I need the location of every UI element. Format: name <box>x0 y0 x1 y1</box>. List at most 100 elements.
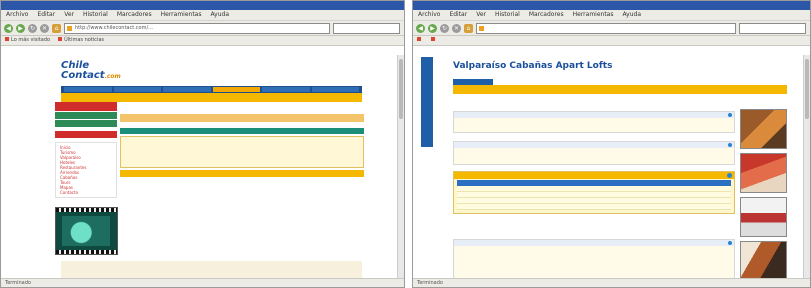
stop-icon[interactable]: ✕ <box>40 23 49 33</box>
address-bar[interactable]: http://www.chilecontact.com/... <box>64 22 330 34</box>
table-cell <box>621 204 676 209</box>
room-photo[interactable] <box>740 241 787 281</box>
page-content: Chile Contact.com Inicio Turismo Valpara… <box>1 55 398 283</box>
vertical-side-banner[interactable] <box>421 57 433 147</box>
vertical-scrollbar[interactable] <box>397 55 404 279</box>
room-photo[interactable] <box>740 153 787 193</box>
logo-sub: Contact <box>61 70 105 81</box>
table-cell <box>567 204 622 209</box>
menu-herramientas[interactable]: Herramientas <box>573 10 614 20</box>
film-strip-bottom <box>56 250 117 254</box>
browser-window-left: Archivo Editar Ver Historial Marcadores … <box>0 0 405 288</box>
section-heading <box>454 240 734 246</box>
reload-icon[interactable]: ↻ <box>440 23 449 33</box>
info-icon[interactable] <box>728 241 732 245</box>
site-logo[interactable]: Chile Contact.com <box>61 61 121 82</box>
favicon-icon <box>67 25 72 31</box>
menu-marcadores[interactable]: Marcadores <box>117 10 152 20</box>
home-icon[interactable]: ⌂ <box>464 23 473 33</box>
film-strip-top <box>56 208 117 212</box>
address-bar[interactable] <box>476 22 736 34</box>
forward-icon[interactable]: ▶ <box>428 23 437 33</box>
scrollbar-thumb[interactable] <box>399 59 403 119</box>
search-input[interactable] <box>739 22 806 34</box>
stop-icon[interactable]: ✕ <box>452 23 461 33</box>
nav-item[interactable] <box>64 87 112 92</box>
address-bar-text: http://www.chilecontact.com/... <box>75 24 153 31</box>
reload-icon[interactable]: ↻ <box>28 23 37 33</box>
nav-item[interactable] <box>113 87 161 92</box>
bookmark-item[interactable] <box>431 36 437 45</box>
thumbnail-scene <box>62 216 110 246</box>
section-text <box>454 148 734 150</box>
table-cell <box>567 186 622 191</box>
nav-item[interactable] <box>311 87 359 92</box>
table-cell <box>457 198 567 203</box>
table-cell <box>567 192 622 197</box>
menu-marcadores[interactable]: Marcadores <box>529 10 564 20</box>
sidebar-green-item[interactable] <box>55 112 117 119</box>
table-cell <box>457 204 567 209</box>
left-sidebar: Inicio Turismo Valparaíso Hoteles Restau… <box>55 102 117 198</box>
breadcrumb <box>120 114 364 122</box>
info-icon[interactable] <box>727 173 732 178</box>
info-icon[interactable] <box>728 143 732 147</box>
menu-ver[interactable]: Ver <box>64 10 74 20</box>
table-cell <box>621 192 676 197</box>
table-cell <box>676 192 731 197</box>
vertical-scrollbar[interactable] <box>803 55 810 279</box>
sidebar-link-list: Inicio Turismo Valparaíso Hoteles Restau… <box>55 142 117 198</box>
page-content: Valparaíso Cabañas Apart Lofts <box>413 55 804 281</box>
room-photo[interactable] <box>740 109 787 149</box>
menu-bar: Archivo Editar Ver Historial Marcadores … <box>1 10 404 21</box>
back-icon[interactable]: ◀ <box>416 23 425 33</box>
back-icon[interactable]: ◀ <box>4 23 13 33</box>
menu-editar[interactable]: Editar <box>37 10 55 20</box>
table-cell <box>457 192 567 197</box>
menu-archivo[interactable]: Archivo <box>418 10 440 20</box>
sidebar-green-item[interactable] <box>55 120 117 127</box>
navigation-toolbar: ◀ ▶ ↻ ✕ ⌂ <box>413 21 810 36</box>
bookmarks-bar <box>413 36 810 46</box>
bookmark-item[interactable]: Últimas noticias <box>58 36 104 45</box>
window-title-bar <box>1 1 404 10</box>
menu-ayuda[interactable]: Ayuda <box>622 10 641 20</box>
room-photo[interactable] <box>740 197 787 237</box>
nav-item-active[interactable] <box>212 87 260 92</box>
status-bar: Terminado <box>1 278 404 287</box>
bookmark-item[interactable] <box>417 36 423 45</box>
forward-icon[interactable]: ▶ <box>16 23 25 33</box>
search-input[interactable] <box>333 22 400 34</box>
home-icon[interactable]: ⌂ <box>52 23 61 33</box>
menu-ayuda[interactable]: Ayuda <box>210 10 229 20</box>
menu-archivo[interactable]: Archivo <box>6 10 28 20</box>
logo-tld: .com <box>104 73 121 80</box>
scrollbar-thumb[interactable] <box>805 59 809 119</box>
menu-historial[interactable]: Historial <box>495 10 520 20</box>
nav-item[interactable] <box>163 87 211 92</box>
nav-item[interactable] <box>262 87 310 92</box>
description-section <box>453 111 735 133</box>
table-cell <box>621 186 676 191</box>
sub-nav-strip <box>453 85 787 94</box>
favicon-icon <box>479 25 484 31</box>
sidebar-link[interactable]: Contacto <box>60 190 112 195</box>
menu-historial[interactable]: Historial <box>83 10 108 20</box>
info-icon[interactable] <box>728 113 732 117</box>
bookmark-item[interactable]: Lo más visitado <box>5 36 50 45</box>
menu-herramientas[interactable]: Herramientas <box>161 10 202 20</box>
menu-editar[interactable]: Editar <box>449 10 467 20</box>
browser-window-right: Archivo Editar Ver Historial Marcadores … <box>412 0 811 288</box>
section-text <box>454 118 734 120</box>
details-section <box>453 141 735 165</box>
table-cell <box>676 204 731 209</box>
rates-table <box>453 171 735 214</box>
listing-footer-bar <box>120 170 364 177</box>
table-row <box>457 204 731 210</box>
page-title: Valparaíso Cabañas Apart Lofts <box>453 61 613 71</box>
table-heading <box>454 172 734 179</box>
menu-ver[interactable]: Ver <box>476 10 486 20</box>
video-thumbnail[interactable] <box>55 207 118 255</box>
status-bar: Terminado <box>413 278 810 287</box>
main-content <box>120 114 364 177</box>
